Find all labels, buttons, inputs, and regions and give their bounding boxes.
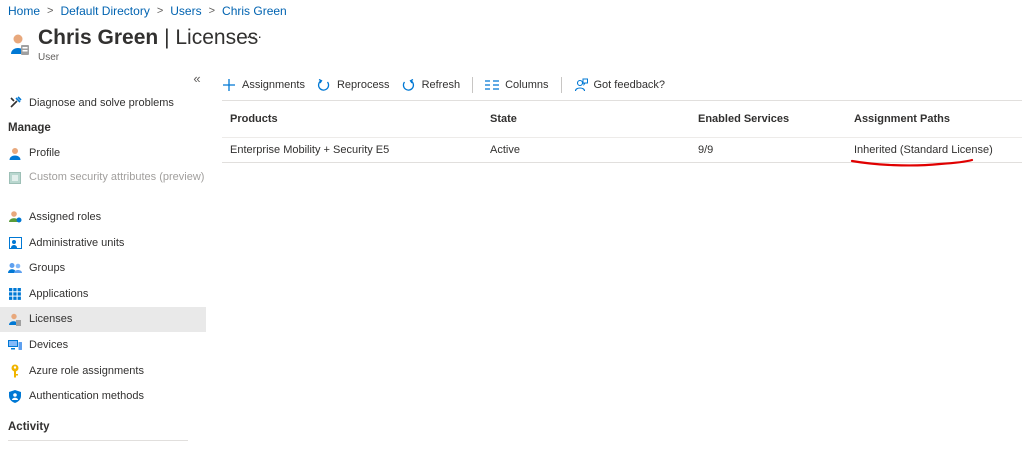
breadcrumb-home[interactable]: Home: [8, 4, 40, 18]
feedback-button[interactable]: Got feedback?: [574, 78, 666, 92]
sidebar-item-authentication-methods[interactable]: Authentication methods: [0, 383, 206, 409]
feedback-label: Got feedback?: [593, 79, 666, 91]
breadcrumb-separator: >: [47, 5, 54, 17]
sidebar-item-label: Profile: [29, 147, 61, 160]
devices-icon: [8, 338, 22, 352]
breadcrumb-separator: >: [156, 5, 164, 17]
page-subtitle: User: [38, 52, 60, 63]
breadcrumb-chris-green[interactable]: Chris Green: [222, 4, 287, 18]
sidebar-item-assigned-roles[interactable]: Assigned roles: [0, 204, 206, 230]
breadcrumb-users[interactable]: Users: [170, 4, 201, 18]
cell-enabled-services: 9/9: [698, 144, 714, 156]
assigned-roles-icon: [8, 210, 22, 224]
sidebar-item-label: Devices: [29, 338, 69, 351]
sidebar-item-azure-role-assignments[interactable]: Azure role assignments: [0, 358, 206, 384]
sidebar: Diagnose and solve problems Manage Profi…: [0, 90, 206, 441]
more-options-button[interactable]: ···: [246, 28, 263, 44]
table-header: Products State Enabled Services Assignme…: [222, 101, 1022, 138]
reprocess-button[interactable]: Reprocess: [317, 78, 390, 92]
user-icon: [10, 32, 30, 56]
key-icon: [8, 364, 22, 378]
red-underline-annotation: [850, 158, 974, 167]
cell-product: Enterprise Mobility + Security E5: [230, 144, 390, 156]
refresh-button[interactable]: Refresh: [402, 78, 461, 92]
admin-units-icon: [8, 236, 22, 250]
page-title-name: Chris Green: [38, 26, 159, 49]
sidebar-section-activity: Activity: [8, 421, 50, 434]
column-header-assignment-paths[interactable]: Assignment Paths: [846, 113, 1022, 125]
columns-button[interactable]: Columns: [485, 78, 549, 92]
applications-icon: [8, 287, 22, 301]
sidebar-item-label: Custom security attributes (preview): [29, 171, 205, 184]
assignments-label: Assignments: [242, 79, 305, 91]
sidebar-item-label: Administrative units: [29, 236, 125, 249]
refresh-icon: [402, 78, 416, 92]
sidebar-item-devices[interactable]: Devices: [0, 332, 206, 358]
sidebar-item-label: Azure role assignments: [29, 364, 144, 377]
sidebar-item-label: Diagnose and solve problems: [29, 96, 174, 109]
column-header-state[interactable]: State: [482, 113, 690, 125]
cell-state: Active: [490, 144, 520, 156]
breadcrumb-default-directory[interactable]: Default Directory: [60, 4, 149, 18]
column-header-products[interactable]: Products: [222, 113, 482, 125]
column-header-enabled-services[interactable]: Enabled Services: [690, 113, 846, 125]
sidebar-item-applications[interactable]: Applications: [0, 281, 206, 307]
sidebar-item-diagnose[interactable]: Diagnose and solve problems: [0, 90, 206, 116]
toolbar-divider: [472, 77, 474, 93]
assignment-paths-text: Inherited (Standard License): [854, 144, 993, 156]
diagnose-icon: [8, 96, 22, 110]
sidebar-item-label: Assigned roles: [29, 210, 102, 223]
sidebar-item-label: Applications: [29, 287, 89, 300]
groups-icon: [8, 261, 22, 275]
toolbar-divider: [560, 77, 562, 93]
licenses-table: Products State Enabled Services Assignme…: [222, 100, 1022, 167]
sidebar-item-label: Authentication methods: [29, 390, 144, 403]
page-title: Chris Green | Licenses: [38, 26, 258, 50]
custom-attributes-icon: [8, 171, 22, 185]
sidebar-item-profile[interactable]: Profile: [0, 141, 206, 167]
sidebar-section-manage: Manage: [8, 122, 51, 135]
sidebar-item-administrative-units[interactable]: Administrative units: [0, 230, 206, 256]
page-title-pipe: |: [164, 26, 170, 49]
sidebar-item-groups[interactable]: Groups: [0, 255, 206, 281]
breadcrumb: Home > Default Directory > Users > Chris…: [8, 3, 287, 19]
feedback-icon: [574, 78, 588, 92]
licenses-icon: [8, 312, 22, 326]
command-bar: Assignments Reprocess Refresh Columns Go…: [222, 74, 677, 96]
sidebar-divider: [8, 439, 188, 441]
refresh-label: Refresh: [421, 79, 461, 91]
sidebar-item-custom-security-attributes[interactable]: Custom security attributes (preview): [0, 166, 206, 204]
columns-label: Columns: [505, 79, 549, 91]
shield-icon: [8, 389, 22, 403]
sidebar-item-label: Groups: [29, 262, 66, 275]
columns-icon: [485, 78, 500, 92]
table-row[interactable]: Enterprise Mobility + Security E5 Active…: [222, 138, 1022, 167]
plus-icon: [222, 78, 236, 92]
collapse-sidebar-button[interactable]: «: [190, 72, 204, 87]
cell-assignment-paths: Inherited (Standard License): [846, 144, 1022, 167]
reprocess-label: Reprocess: [336, 79, 390, 91]
sidebar-item-label: Licenses: [29, 313, 73, 326]
breadcrumb-separator: >: [208, 5, 216, 17]
profile-icon: [8, 146, 22, 160]
reprocess-icon: [317, 78, 331, 92]
sidebar-item-licenses[interactable]: Licenses: [0, 306, 206, 333]
assignments-button[interactable]: Assignments: [222, 78, 305, 92]
